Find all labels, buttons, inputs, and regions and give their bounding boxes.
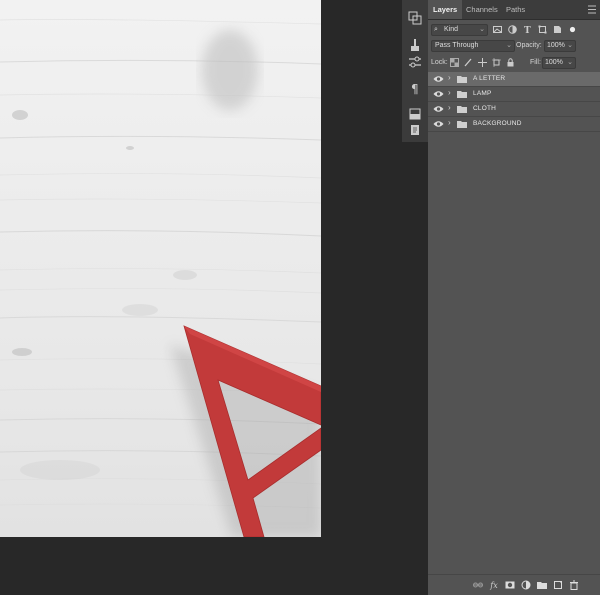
folder-icon xyxy=(457,76,467,83)
layer-row-lamp[interactable]: › LAMP xyxy=(428,87,600,102)
fx-effects-icon[interactable]: fx xyxy=(489,580,499,590)
panel-icon-strip: ¶ xyxy=(402,0,429,595)
chevron-right-icon[interactable]: › xyxy=(448,73,451,82)
visibility-eye-icon[interactable] xyxy=(433,90,444,98)
layer-row-background[interactable]: › BACKGROUND xyxy=(428,117,600,132)
lock-pixels-icon[interactable] xyxy=(464,58,473,67)
link-layers-icon[interactable] xyxy=(473,580,483,590)
visibility-eye-icon[interactable] xyxy=(433,105,444,113)
blend-mode-value: Pass Through xyxy=(435,42,479,49)
document-canvas[interactable] xyxy=(0,0,321,537)
new-layer-icon[interactable] xyxy=(553,580,563,590)
adjustment-filter-icon[interactable] xyxy=(508,25,517,34)
filter-toggle-icon[interactable] xyxy=(568,25,577,34)
filter-kind-value: Kind xyxy=(444,26,459,33)
search-icon: ⌕ xyxy=(434,26,438,33)
panel-menu-icon[interactable] xyxy=(588,5,596,14)
opacity-field[interactable]: 100% ⌄ xyxy=(544,40,576,52)
tab-channels[interactable]: Channels xyxy=(466,0,498,19)
folder-icon xyxy=(457,106,467,113)
tab-layers[interactable]: Layers xyxy=(428,0,463,19)
svg-text:T: T xyxy=(524,26,531,34)
properties-icon[interactable] xyxy=(405,52,425,72)
layer-name: A LETTER xyxy=(473,75,506,82)
lock-transparent-icon[interactable] xyxy=(450,58,459,67)
add-mask-icon[interactable] xyxy=(505,580,515,590)
layers-panel-footer: fx xyxy=(428,574,600,595)
blend-mode-select[interactable]: Pass Through ⌄ xyxy=(431,40,515,52)
new-group-icon[interactable] xyxy=(537,580,547,590)
notes-icon[interactable] xyxy=(405,120,425,140)
adjustment-layer-icon[interactable] xyxy=(521,580,531,590)
fill-label: Fill: xyxy=(530,59,541,66)
layer-name: BACKGROUND xyxy=(473,120,522,127)
lock-label: Lock: xyxy=(431,59,448,66)
layer-row-a-letter[interactable]: › A LETTER xyxy=(428,72,600,87)
chevron-down-icon: ⌄ xyxy=(567,42,573,49)
folder-icon xyxy=(457,91,467,98)
svg-text:¶: ¶ xyxy=(411,82,419,95)
visibility-eye-icon[interactable] xyxy=(433,75,444,83)
layer-name: CLOTH xyxy=(473,105,497,112)
chevron-right-icon[interactable]: › xyxy=(448,118,451,127)
folder-icon xyxy=(457,121,467,128)
smart-object-filter-icon[interactable] xyxy=(553,25,562,34)
panel-tabs: Layers Channels Paths xyxy=(428,0,600,20)
trash-icon[interactable] xyxy=(569,580,579,590)
paragraph-icon[interactable]: ¶ xyxy=(405,78,425,98)
chevron-right-icon[interactable]: › xyxy=(448,103,451,112)
fill-value: 100% xyxy=(545,59,563,66)
visibility-eye-icon[interactable] xyxy=(433,120,444,128)
fill-field[interactable]: 100% ⌄ xyxy=(542,57,576,69)
chevron-down-icon: ⌄ xyxy=(479,26,485,33)
layer-name: LAMP xyxy=(473,90,492,97)
opacity-label: Opacity: xyxy=(516,42,542,49)
opacity-value: 100% xyxy=(547,42,565,49)
pixel-filter-icon[interactable] xyxy=(493,25,502,34)
type-filter-icon[interactable]: T xyxy=(523,25,532,34)
canvas-area[interactable] xyxy=(0,0,402,595)
chevron-down-icon: ⌄ xyxy=(506,42,512,49)
shape-filter-icon[interactable] xyxy=(538,25,547,34)
lock-all-icon[interactable] xyxy=(506,58,515,67)
tab-paths[interactable]: Paths xyxy=(506,0,525,19)
filter-kind-select[interactable]: ⌕ Kind ⌄ xyxy=(431,24,488,36)
layers-list: › A LETTER › LAMP › CLOTH › BACKGROUND xyxy=(428,72,600,132)
layers-panel: Layers Channels Paths ⌕ Kind ⌄ T Pass Th… xyxy=(428,0,600,595)
history-icon[interactable] xyxy=(405,8,425,28)
layer-row-cloth[interactable]: › CLOTH xyxy=(428,102,600,117)
lock-artboard-icon[interactable] xyxy=(492,58,501,67)
wood-background-artwork xyxy=(0,19,321,537)
lock-position-icon[interactable] xyxy=(478,58,487,67)
chevron-right-icon[interactable]: › xyxy=(448,88,451,97)
chevron-down-icon: ⌄ xyxy=(567,59,573,66)
